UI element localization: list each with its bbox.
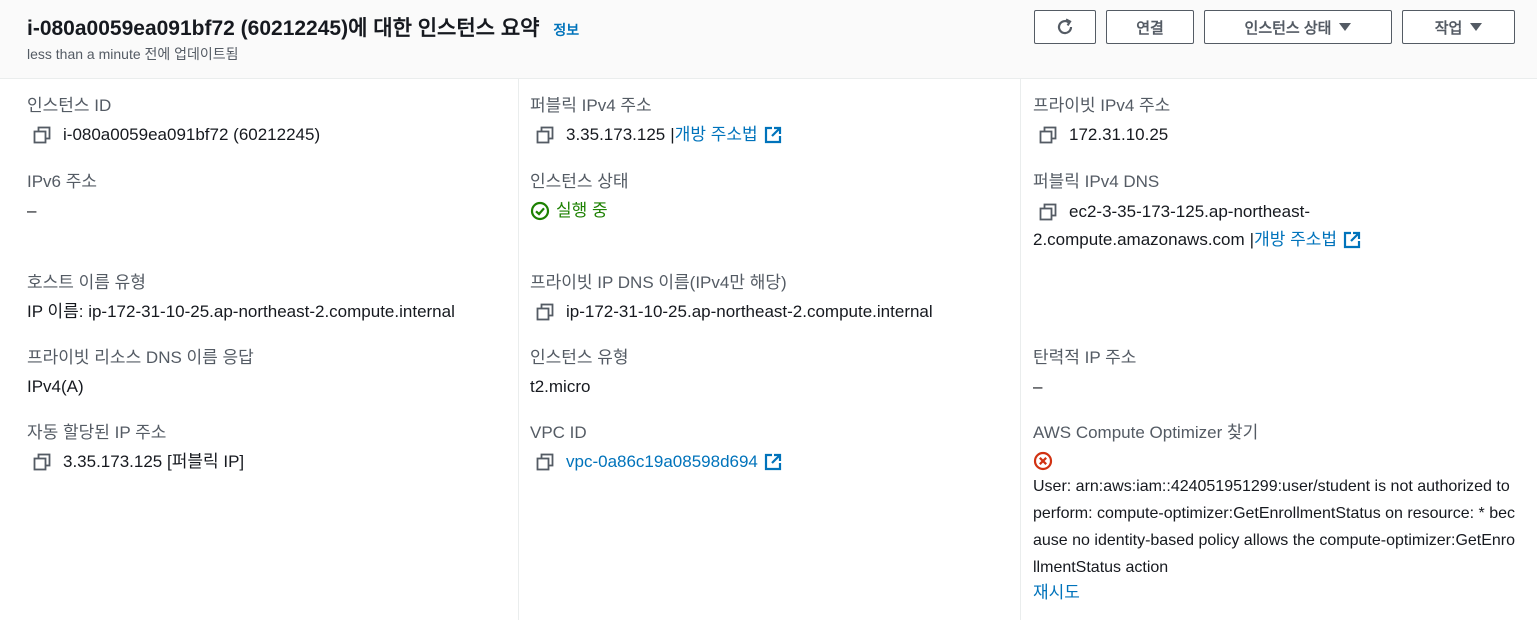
connect-button[interactable]: 연결	[1106, 10, 1194, 44]
ipv6-value: –	[27, 201, 37, 220]
auto-ip-field: 자동 할당된 IP 주소 3.35.173.125 [퍼블릭 IP]	[27, 422, 507, 476]
actions-dropdown[interactable]: 작업	[1402, 10, 1515, 44]
copy-icon[interactable]	[33, 126, 51, 144]
private-ipv4-label: 프라이빗 IPv4 주소	[1033, 96, 1171, 115]
compute-optimizer-label: AWS Compute Optimizer 찾기	[1033, 423, 1259, 442]
copy-icon[interactable]	[536, 126, 554, 144]
ipv6-field: IPv6 주소 –	[27, 171, 507, 225]
copy-icon[interactable]	[536, 453, 554, 471]
instance-state-label: 인스턴스 상태	[530, 172, 629, 191]
elastic-ip-value: –	[1033, 377, 1043, 396]
instance-type-label: 인스턴스 유형	[530, 348, 629, 367]
open-address-link[interactable]: 개방 주소법	[1254, 226, 1337, 254]
private-ip-dns-field: 프라이빗 IP DNS 이름(IPv4만 해당) ip-172-31-10-25…	[530, 272, 1010, 326]
private-ip-dns-value: ip-172-31-10-25.ap-northeast-2.compute.i…	[566, 302, 933, 321]
column-divider	[518, 79, 519, 620]
last-updated-text: less than a minute 전에 업데이트됨	[27, 46, 239, 62]
caret-down-icon	[1470, 23, 1483, 31]
ipv6-label: IPv6 주소	[27, 172, 98, 191]
private-ip-dns-label: 프라이빗 IP DNS 이름(IPv4만 해당)	[530, 273, 787, 292]
instance-state-dropdown-label: 인스턴스 상태	[1244, 19, 1332, 37]
copy-icon[interactable]	[536, 303, 554, 321]
instance-id-field: 인스턴스 ID i-080a0059ea091bf72 (60212245)	[27, 95, 507, 149]
public-dns-field: 퍼블릭 IPv4 DNS ec2-3-35-173-125.ap-northea…	[1033, 171, 1513, 254]
external-link-icon[interactable]	[764, 453, 782, 471]
private-dns-answer-value: IPv4(A)	[27, 377, 84, 396]
auto-ip-label: 자동 할당된 IP 주소	[27, 423, 167, 442]
instance-state-dropdown[interactable]: 인스턴스 상태	[1204, 10, 1392, 44]
connect-button-label: 연결	[1136, 19, 1164, 37]
elastic-ip-label: 탄력적 IP 주소	[1033, 348, 1137, 367]
public-dns-value-line2: 2.compute.amazonaws.com	[1033, 230, 1245, 249]
copy-icon[interactable]	[33, 453, 51, 471]
refresh-icon	[1057, 18, 1073, 35]
vpc-id-label: VPC ID	[530, 423, 587, 442]
public-dns-label: 퍼블릭 IPv4 DNS	[1033, 172, 1160, 191]
compute-optimizer-field: AWS Compute Optimizer 찾기 User: arn:aws:i…	[1033, 422, 1523, 605]
open-address-link[interactable]: 개방 주소법	[675, 121, 758, 149]
info-link[interactable]: 정보	[553, 22, 579, 38]
elastic-ip-field: 탄력적 IP 주소 –	[1033, 347, 1513, 401]
copy-icon[interactable]	[1039, 203, 1057, 221]
compute-optimizer-error: User: arn:aws:iam::424051951299:user/stu…	[1033, 478, 1516, 576]
column-divider	[1020, 79, 1021, 620]
caret-down-icon	[1339, 23, 1352, 31]
instance-type-field: 인스턴스 유형 t2.micro	[530, 347, 1010, 401]
page-header: i-080a0059ea091bf72 (60212245)에 대한 인스턴스 …	[0, 0, 1537, 79]
hostname-type-value: IP 이름: ip-172-31-10-25.ap-northeast-2.co…	[27, 302, 455, 321]
hostname-type-label: 호스트 이름 유형	[27, 273, 146, 292]
external-link-icon[interactable]	[1343, 231, 1361, 249]
copy-icon[interactable]	[1039, 126, 1057, 144]
auto-ip-value: 3.35.173.125 [퍼블릭 IP]	[63, 452, 245, 471]
private-ipv4-value: 172.31.10.25	[1069, 125, 1169, 144]
status-ok-icon	[530, 201, 550, 221]
retry-link[interactable]: 재시도	[1033, 581, 1523, 605]
external-link-icon[interactable]	[764, 126, 782, 144]
page-title-text: i-080a0059ea091bf72 (60212245)에 대한 인스턴스 …	[27, 17, 540, 40]
instance-state-value: 실행 중	[556, 201, 608, 220]
instance-type-value: t2.micro	[530, 377, 591, 396]
page-title: i-080a0059ea091bf72 (60212245)에 대한 인스턴스 …	[27, 12, 579, 42]
instance-id-value: i-080a0059ea091bf72 (60212245)	[63, 125, 321, 144]
refresh-button[interactable]	[1034, 10, 1096, 44]
private-ipv4-field: 프라이빗 IPv4 주소 172.31.10.25	[1033, 95, 1513, 149]
instance-id-label: 인스턴스 ID	[27, 96, 112, 115]
actions-dropdown-label: 작업	[1434, 19, 1463, 37]
private-dns-answer-label: 프라이빗 리소스 DNS 이름 응답	[27, 348, 254, 367]
error-icon	[1033, 451, 1053, 471]
public-dns-value-line1: ec2-3-35-173-125.ap-northeast-	[1069, 202, 1310, 221]
private-dns-answer-field: 프라이빗 리소스 DNS 이름 응답 IPv4(A)	[27, 347, 507, 401]
public-ipv4-label: 퍼블릭 IPv4 주소	[530, 96, 652, 115]
hostname-type-field: 호스트 이름 유형 IP 이름: ip-172-31-10-25.ap-nort…	[27, 272, 507, 326]
vpc-id-field: VPC ID vpc-0a86c19a08598d694	[530, 422, 1010, 476]
public-ipv4-value: 3.35.173.125	[566, 125, 666, 144]
instance-state-field: 인스턴스 상태 실행 중	[530, 171, 1010, 225]
public-ipv4-field: 퍼블릭 IPv4 주소 3.35.173.125 | 개방 주소법	[530, 95, 1010, 149]
vpc-id-link[interactable]: vpc-0a86c19a08598d694	[566, 448, 758, 476]
